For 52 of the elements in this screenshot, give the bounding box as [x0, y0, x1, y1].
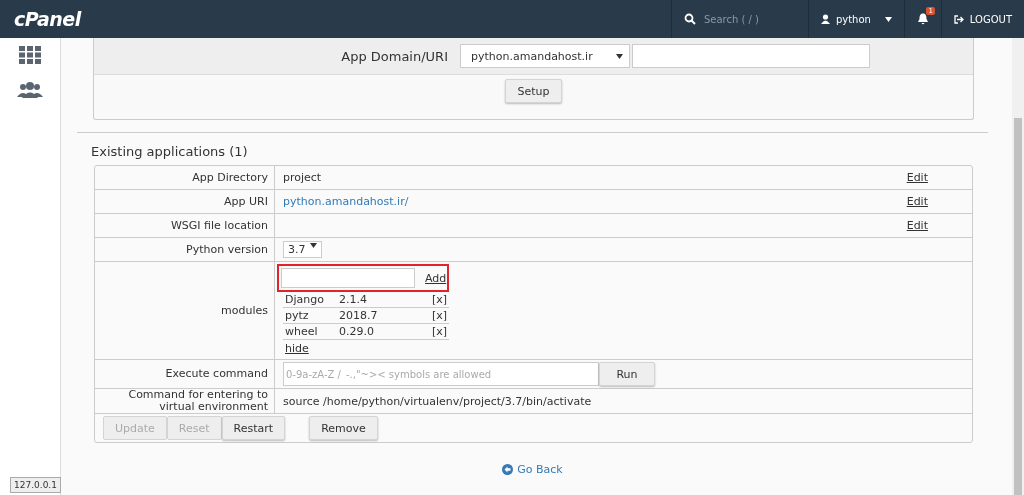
remove-link[interactable]: [x] [431, 293, 447, 306]
run-button[interactable]: Run [599, 362, 655, 386]
user-menu[interactable]: python [835, 13, 871, 25]
row-label: Python version [186, 243, 268, 256]
hide-link[interactable]: hide [285, 342, 309, 355]
edit-link[interactable]: Edit [906, 195, 928, 208]
search-icon [683, 13, 696, 25]
user-icon [820, 14, 830, 24]
back-arrow-icon [502, 464, 514, 475]
module-input[interactable] [281, 268, 415, 288]
section-title: Existing applications (1) [91, 144, 249, 159]
module-version: 2.1.4 [339, 293, 368, 306]
row-label: Execute command [165, 368, 268, 380]
edit-link[interactable]: Edit [906, 171, 928, 184]
caret-icon [309, 243, 317, 248]
action-button[interactable]: Remove [309, 416, 378, 440]
status-tooltip: 127.0.0.1 [10, 477, 61, 493]
grid-icon[interactable] [19, 46, 41, 64]
go-back-link[interactable]: Go Back [502, 463, 563, 476]
row-label: Command for entering to virtual environment [127, 389, 268, 413]
logout-link[interactable]: LOGOUT [969, 13, 1012, 25]
row-label: App Directory [192, 171, 268, 184]
module-name: Django [285, 293, 325, 306]
edit-link[interactable]: Edit [906, 219, 928, 232]
logout-icon [953, 14, 964, 24]
caret-icon [884, 16, 892, 22]
remove-link[interactable]: [x] [431, 325, 447, 338]
users-icon[interactable] [17, 82, 43, 98]
search-field[interactable]: Search ( / ) [701, 12, 796, 26]
version-select[interactable]: 3.7 [283, 241, 322, 258]
field-label: App Domain/URI [340, 48, 449, 64]
app-uri-link[interactable]: python.amandahost.ir/ [283, 195, 409, 208]
domain-select[interactable]: python.amandahost.ir [460, 44, 630, 68]
logo[interactable]: cPanel [14, 8, 81, 30]
uri-field[interactable] [632, 44, 870, 68]
action-button[interactable]: Restart [221, 416, 286, 440]
caret-icon [616, 53, 623, 59]
module-name: wheel [285, 325, 319, 338]
field-value: project [283, 171, 322, 184]
row-label: App URI [224, 195, 268, 208]
row-label: WSGI file location [170, 219, 268, 232]
field-value: source /home/python/virtualenv/project/3.7/bin/activate [283, 394, 592, 408]
remove-link[interactable]: [x] [431, 309, 447, 322]
command-field[interactable]: 0-9a-zA-Z /_-.,"~>< symbols are allowed [283, 362, 599, 386]
bell-icon[interactable] [916, 13, 929, 25]
row-label: modules [221, 304, 268, 317]
add-link[interactable]: Add [425, 271, 447, 285]
module-name: pytz [285, 309, 310, 322]
setup-button[interactable]: Setup [505, 79, 562, 103]
scrollbar-thumb[interactable] [1014, 118, 1022, 495]
module-version: 2018.7 [339, 309, 379, 322]
module-version: 0.29.0 [339, 325, 375, 338]
